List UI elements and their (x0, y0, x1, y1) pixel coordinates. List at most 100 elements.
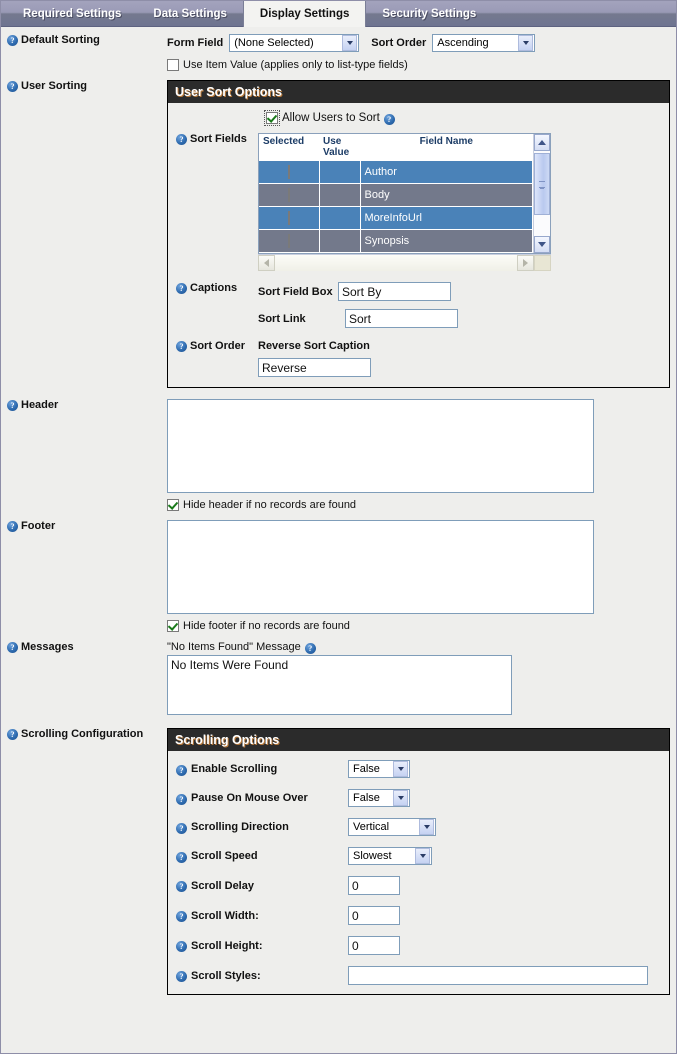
field-scroll-height: ? Scroll Height: (176, 936, 669, 955)
horizontal-scroll-track[interactable] (275, 255, 517, 271)
help-icon[interactable]: ? (7, 642, 18, 653)
chevron-down-icon (393, 790, 408, 806)
form-field-select[interactable]: (None Selected) (229, 34, 360, 52)
help-icon[interactable]: ? (176, 764, 187, 776)
row-use-value-cell (319, 206, 361, 230)
help-icon[interactable]: ? (176, 911, 187, 922)
enable-scrolling-select[interactable]: False (348, 760, 410, 778)
user-sort-options-title: User Sort Options (168, 81, 669, 103)
scroll-speed-select[interactable]: Slowest (348, 847, 432, 865)
tab-security-settings[interactable]: Security Settings (366, 1, 492, 26)
help-icon[interactable]: ? (176, 134, 187, 145)
field-label: Scrolling Direction (191, 821, 289, 833)
help-icon[interactable]: ? (176, 283, 187, 294)
scroll-height-input[interactable] (348, 936, 400, 955)
no-items-message-textarea[interactable] (167, 655, 512, 715)
section-user-sorting: ? User Sorting User Sort Options Allow U… (1, 80, 676, 388)
vertical-scroll-track[interactable] (534, 151, 550, 236)
table-row[interactable]: MoreInfoUrl (259, 206, 533, 230)
tab-display-settings[interactable]: Display Settings (242, 1, 367, 27)
allow-users-to-sort-row: Allow Users to Sort ? (264, 110, 669, 126)
sort-link-label: Sort Link (258, 312, 306, 325)
help-icon[interactable]: ? (176, 881, 187, 892)
scroll-styles-input[interactable] (348, 966, 648, 985)
table-row[interactable]: Body (259, 183, 533, 207)
row-select-checkbox[interactable] (287, 234, 290, 248)
help-icon[interactable]: ? (7, 521, 18, 532)
captions-row: ? Captions Sort Field Box Sort Link (168, 282, 669, 328)
help-icon[interactable]: ? (176, 341, 187, 352)
user-sort-options-panel: User Sort Options Allow Users to Sort ? … (167, 80, 670, 388)
scroll-down-arrow-icon[interactable] (534, 236, 550, 253)
field-scroll-delay: ? Scroll Delay (176, 876, 669, 895)
help-icon[interactable]: ? (176, 941, 187, 952)
field-value: False (353, 792, 380, 804)
row-use-value-cell (319, 229, 361, 253)
help-icon[interactable]: ? (304, 642, 316, 654)
hide-header-checkbox[interactable] (167, 499, 179, 511)
row-select-checkbox[interactable] (287, 211, 290, 225)
section-messages: ? Messages "No Items Found" Message ? (1, 641, 676, 718)
reverse-sort-caption-input[interactable] (258, 358, 371, 377)
help-icon[interactable]: ? (176, 971, 187, 982)
section-title: User Sorting (21, 80, 88, 92)
row-select-checkbox[interactable] (287, 165, 290, 179)
scroll-up-arrow-icon[interactable] (534, 134, 550, 151)
form-field-label: Form Field (167, 37, 224, 49)
reverse-sort-caption-label: Reverse Sort Caption (258, 340, 370, 352)
help-icon[interactable]: ? (176, 793, 187, 805)
sort-fields-label: Sort Fields (190, 133, 247, 145)
scrollbar-corner (534, 255, 551, 271)
tab-required-settings[interactable]: Required Settings (7, 1, 137, 26)
chevron-down-icon (419, 819, 434, 835)
chevron-down-icon (518, 35, 534, 51)
scroll-right-arrow-icon[interactable] (517, 255, 534, 271)
field-value: Slowest (353, 850, 392, 862)
tab-data-settings[interactable]: Data Settings (137, 1, 243, 26)
sort-link-input[interactable] (345, 309, 458, 328)
header-textarea[interactable] (167, 399, 594, 493)
help-icon[interactable]: ? (7, 729, 18, 740)
help-icon[interactable]: ? (176, 851, 187, 863)
form-field-value: (None Selected) (234, 37, 314, 49)
help-icon[interactable]: ? (176, 822, 187, 834)
scroll-left-arrow-icon[interactable] (258, 255, 275, 271)
row-field-name-cell: MoreInfoUrl (360, 206, 533, 230)
use-item-value-checkbox[interactable] (167, 59, 179, 71)
pause-on-mouse-over-select[interactable]: False (348, 789, 410, 807)
scrolling-direction-select[interactable]: Vertical (348, 818, 436, 836)
table-row[interactable]: Synopsis (259, 229, 533, 253)
sort-field-box-label: Sort Field Box (258, 285, 333, 298)
allow-users-to-sort-checkbox[interactable] (264, 110, 280, 126)
section-title: Default Sorting (21, 34, 100, 46)
row-selected-cell (259, 161, 320, 184)
tab-label: Data Settings (153, 7, 227, 20)
help-icon[interactable]: ? (7, 81, 18, 92)
section-scrolling-configuration: ? Scrolling Configuration Scrolling Opti… (1, 728, 676, 995)
hide-footer-checkbox[interactable] (167, 620, 179, 632)
section-title: Messages (21, 641, 74, 653)
hide-footer-label: Hide footer if no records are found (183, 620, 350, 632)
row-use-value-cell (319, 183, 361, 207)
help-icon[interactable]: ? (7, 400, 18, 411)
captions-label-wrap: ? Captions (168, 282, 258, 294)
chevron-down-icon (342, 35, 358, 51)
help-icon[interactable]: ? (383, 113, 395, 125)
field-label: Scroll Speed (191, 850, 258, 862)
footer-textarea[interactable] (167, 520, 594, 614)
scroll-delay-input[interactable] (348, 876, 400, 895)
grid-horizontal-scrollbar[interactable] (258, 254, 551, 271)
row-selected-cell (259, 229, 320, 253)
section-title: Scrolling Configuration (21, 728, 144, 740)
row-select-checkbox[interactable] (287, 188, 290, 202)
no-items-label-row: "No Items Found" Message ? (167, 641, 676, 654)
help-icon[interactable]: ? (7, 35, 18, 46)
sort-order-select[interactable]: Ascending (432, 34, 536, 52)
tab-label: Required Settings (23, 7, 122, 20)
table-row[interactable]: Author (259, 161, 533, 184)
sort-field-box-input[interactable] (338, 282, 451, 301)
grid-vertical-scrollbar[interactable] (533, 134, 550, 253)
hide-footer-row: Hide footer if no records are found (167, 620, 676, 632)
vertical-scroll-thumb[interactable] (534, 153, 550, 215)
scroll-width-input[interactable] (348, 906, 400, 925)
